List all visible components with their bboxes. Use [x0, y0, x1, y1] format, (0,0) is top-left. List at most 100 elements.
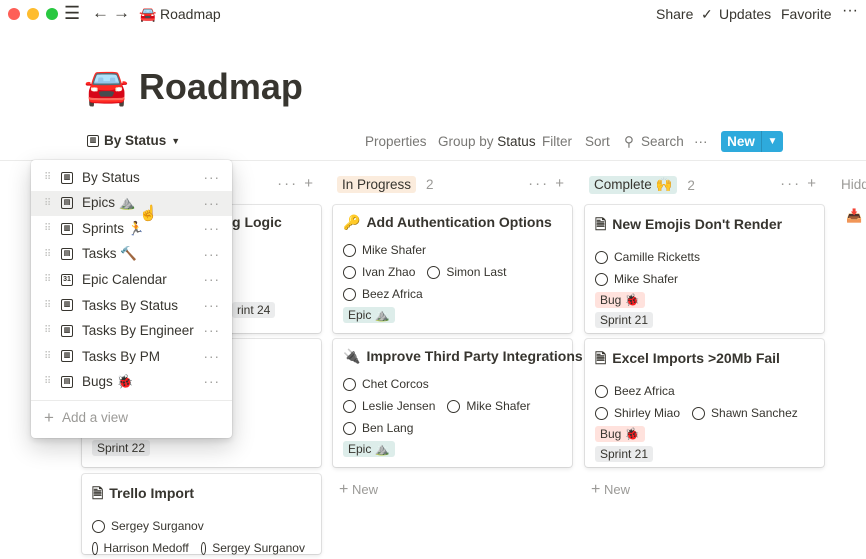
drag-handle-icon[interactable]: ⠿ — [44, 249, 52, 260]
person-name: Camille Ricketts — [614, 250, 701, 264]
chevron-down-icon[interactable]: ▼ — [762, 131, 783, 152]
view-options-icon[interactable]: ··· — [204, 196, 221, 211]
new-card-button[interactable]: + New — [339, 481, 378, 499]
avatar — [92, 541, 98, 555]
search-icon: ⚲ — [624, 134, 634, 149]
more-icon[interactable]: ··· — [842, 2, 858, 20]
back-arrow-icon[interactable]: ← — [92, 3, 109, 23]
person-name: Chet Corcos — [362, 377, 429, 391]
view-label: By Status — [82, 170, 140, 185]
view-options-icon[interactable]: ··· — [204, 170, 221, 185]
hidden-column-label[interactable]: Hidden — [841, 177, 866, 192]
view-switcher[interactable]: ▥ By Status ▼ — [87, 133, 180, 148]
share-button[interactable]: Share — [656, 6, 693, 22]
view-options-icon[interactable]: ··· — [204, 247, 221, 262]
filter-button[interactable]: Filter — [542, 134, 572, 149]
person-row: Harrison Medoff Sergey Surganov — [92, 537, 311, 559]
view-menu-item[interactable]: ⠿ ▥ Sprints 🏃 ··· — [31, 216, 232, 241]
view-options-icon[interactable]: ··· — [204, 298, 221, 313]
column-label[interactable]: Complete 🙌 — [589, 176, 678, 194]
hand-cursor-icon: ☝ — [139, 205, 158, 222]
view-label: Sprints 🏃 — [82, 220, 145, 236]
page-title: 🚘 Roadmap — [84, 66, 303, 107]
view-options-icon[interactable]: ··· — [204, 221, 221, 236]
card-emoji-icon: 🔌 — [343, 348, 361, 364]
drag-handle-icon[interactable]: ⠿ — [44, 274, 52, 285]
board-view-icon: ▥ — [61, 324, 73, 337]
person-name: Ivan Zhao — [362, 265, 416, 279]
column-actions[interactable]: ··· + — [528, 175, 566, 192]
avatar — [343, 243, 356, 257]
avatar — [343, 421, 356, 435]
new-button[interactable]: New ▼ — [721, 131, 783, 152]
menu-icon[interactable]: ☰ — [64, 3, 80, 24]
breadcrumb-title[interactable]: Roadmap — [160, 6, 221, 22]
tag-row: Sprint 21 — [595, 310, 814, 330]
minimize-window-button[interactable] — [27, 8, 39, 20]
page-icon: 🗎 — [595, 216, 607, 232]
group-by-button[interactable]: Group by Status — [438, 134, 536, 149]
properties-button[interactable]: Properties — [365, 134, 427, 149]
drag-handle-icon[interactable]: ⠿ — [44, 325, 52, 336]
tag: Epic ⛰️ — [343, 441, 395, 457]
person-row: Beez Africa — [343, 283, 562, 305]
person-name: Shawn Sanchez — [711, 406, 798, 420]
person-row: Beez Africa — [595, 380, 814, 402]
person-name: Mike Shafer — [362, 243, 427, 257]
board-icon: ▥ — [87, 134, 99, 147]
view-options-icon[interactable]: ··· — [204, 349, 221, 364]
board-card[interactable]: 🔌 Improve Third Party Integrations Chet Co… — [333, 339, 583, 467]
board-card[interactable]: 🗎 New Emojis Don't Render Camille Ricketts… — [585, 205, 824, 333]
person-row: Shirley Miao Shawn Sanchez — [595, 402, 814, 424]
card-title: 🔌 Improve Third Party Integrations — [343, 348, 583, 365]
drag-handle-icon[interactable]: ⠿ — [44, 376, 52, 387]
view-menu-item[interactable]: ⠿ ▤ Epics ⛰️ ··· — [31, 190, 232, 216]
view-options-icon[interactable]: ··· — [204, 272, 221, 287]
search-button[interactable]: Search — [641, 134, 684, 149]
person-name: Simon Last — [446, 265, 507, 279]
view-menu-item[interactable]: ⠿ ▤ Bugs 🐞 ··· — [31, 369, 232, 394]
column-actions[interactable]: ··· + — [277, 175, 315, 192]
card-title-text: Add Authentication Options — [366, 214, 552, 230]
maximize-window-button[interactable] — [46, 8, 58, 20]
column-actions[interactable]: ··· + — [780, 175, 818, 192]
drag-handle-icon[interactable]: ⠿ — [44, 300, 52, 311]
close-window-button[interactable] — [8, 8, 20, 20]
board-card[interactable]: 🔑 Add Authentication Options Mike Shafer Iv… — [333, 205, 572, 333]
view-label: Tasks By Engineer — [82, 323, 194, 338]
tag-row: Sprint 22 — [92, 438, 311, 458]
person-name: Mike Shafer — [466, 399, 531, 413]
card-title: 🗎 New Emojis Don't Render — [595, 214, 814, 238]
person-row: Ivan Zhao Simon Last — [343, 261, 562, 283]
card-title-text: g Logic — [232, 214, 282, 230]
drag-handle-icon[interactable]: ⠿ — [44, 198, 52, 209]
view-menu-item[interactable]: ⠿ ▤ Tasks 🔨 ··· — [31, 242, 232, 267]
column-label[interactable]: In Progress — [337, 176, 417, 193]
plus-icon: + — [591, 481, 601, 498]
view-menu-item[interactable]: ⠿ ▥ Tasks By PM ··· — [31, 344, 232, 369]
person-row: Mike Shafer — [595, 268, 814, 290]
view-menu-item[interactable]: ⠿ ▥ Tasks By Engineer ··· — [31, 318, 232, 343]
view-options-icon[interactable]: ··· — [204, 374, 221, 389]
updates-button[interactable]: Updates — [719, 6, 771, 22]
board-card[interactable]: 🗎 Excel Imports >20Mb Fail Beez Africa Shir… — [585, 339, 824, 467]
drag-handle-icon[interactable]: ⠿ — [44, 172, 52, 183]
person-name: Leslie Jensen — [362, 399, 436, 413]
board-card[interactable]: 🗎 Trello Import Sergey Surganov Harrison Me… — [82, 474, 321, 555]
tag-row: Epic ⛰️ — [343, 305, 562, 325]
drag-handle-icon[interactable]: ⠿ — [44, 351, 52, 362]
forward-arrow-icon[interactable]: → — [113, 3, 130, 23]
view-label: Tasks By Status — [82, 297, 179, 313]
view-menu-item[interactable]: ⠿ ▥ By Status ··· — [31, 165, 232, 190]
new-card-button[interactable]: + New — [591, 481, 630, 499]
view-menu-item[interactable]: ⠿ 31 Epic Calendar ··· — [31, 267, 232, 292]
add-view-button[interactable]: + Add a view — [44, 409, 128, 426]
sort-button[interactable]: Sort — [585, 134, 610, 149]
favorite-button[interactable]: Favorite — [781, 6, 832, 22]
avatar — [447, 399, 461, 413]
column-header: In Progress 2 — [337, 176, 434, 193]
view-options-icon[interactable]: ··· — [204, 323, 221, 338]
drag-handle-icon[interactable]: ⠿ — [44, 223, 52, 234]
more-options-button[interactable]: ··· — [694, 134, 708, 149]
view-menu-item[interactable]: ⠿ ▥ Tasks By Status ··· — [31, 293, 232, 318]
